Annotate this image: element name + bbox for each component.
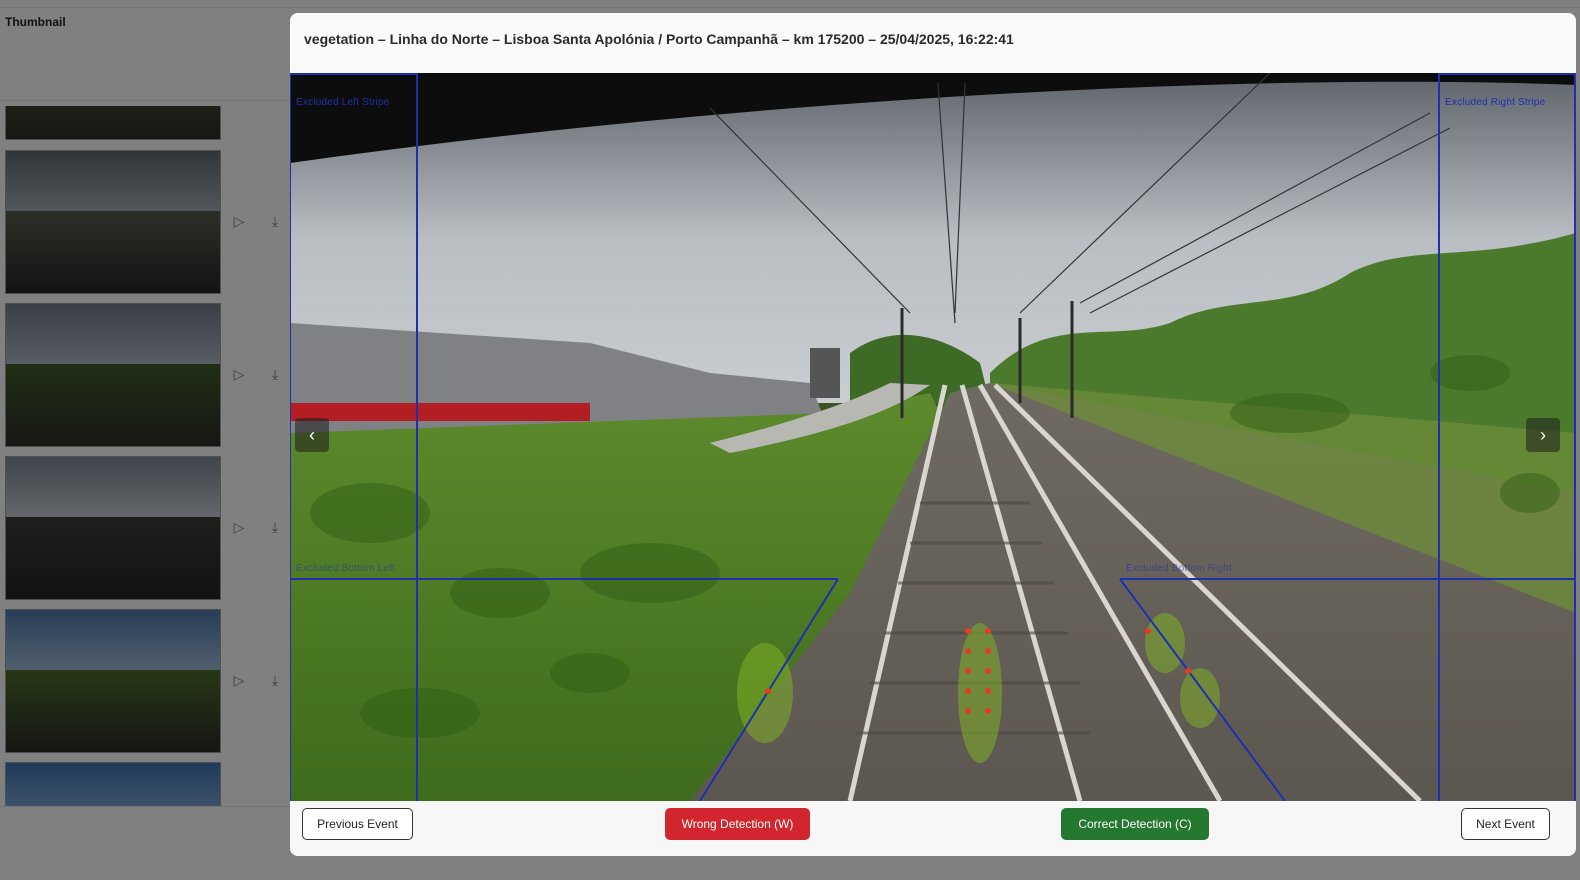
previous-event-button[interactable]: Previous Event	[302, 808, 413, 840]
chevron-left-icon: ‹	[309, 424, 315, 445]
chevron-right-icon: ›	[1540, 424, 1546, 445]
event-image-viewer: Excluded Left Stripe Excluded Right Stri…	[290, 73, 1576, 801]
modal-header: vegetation – Linha do Norte – Lisboa San…	[290, 13, 1576, 73]
modal-title: vegetation – Linha do Norte – Lisboa San…	[304, 31, 1014, 47]
excluded-left-stripe-label: Excluded Left Stripe	[296, 97, 390, 108]
next-image-button[interactable]: ›	[1526, 418, 1560, 452]
next-event-button[interactable]: Next Event	[1461, 808, 1550, 840]
excluded-bottom-right-label: Excluded Bottom Right	[1126, 563, 1232, 574]
wrong-detection-button[interactable]: Wrong Detection (W)	[665, 808, 810, 840]
event-review-modal: vegetation – Linha do Norte – Lisboa San…	[290, 13, 1576, 856]
excluded-right-stripe-label: Excluded Right Stripe	[1445, 97, 1546, 108]
excluded-bottom-left-label: Excluded Bottom Left	[296, 563, 396, 574]
modal-footer: Previous Event Wrong Detection (W) Corre…	[290, 801, 1576, 856]
previous-image-button[interactable]: ‹	[295, 418, 329, 452]
event-frame-image	[290, 73, 1576, 801]
correct-detection-button[interactable]: Correct Detection (C)	[1061, 808, 1209, 840]
